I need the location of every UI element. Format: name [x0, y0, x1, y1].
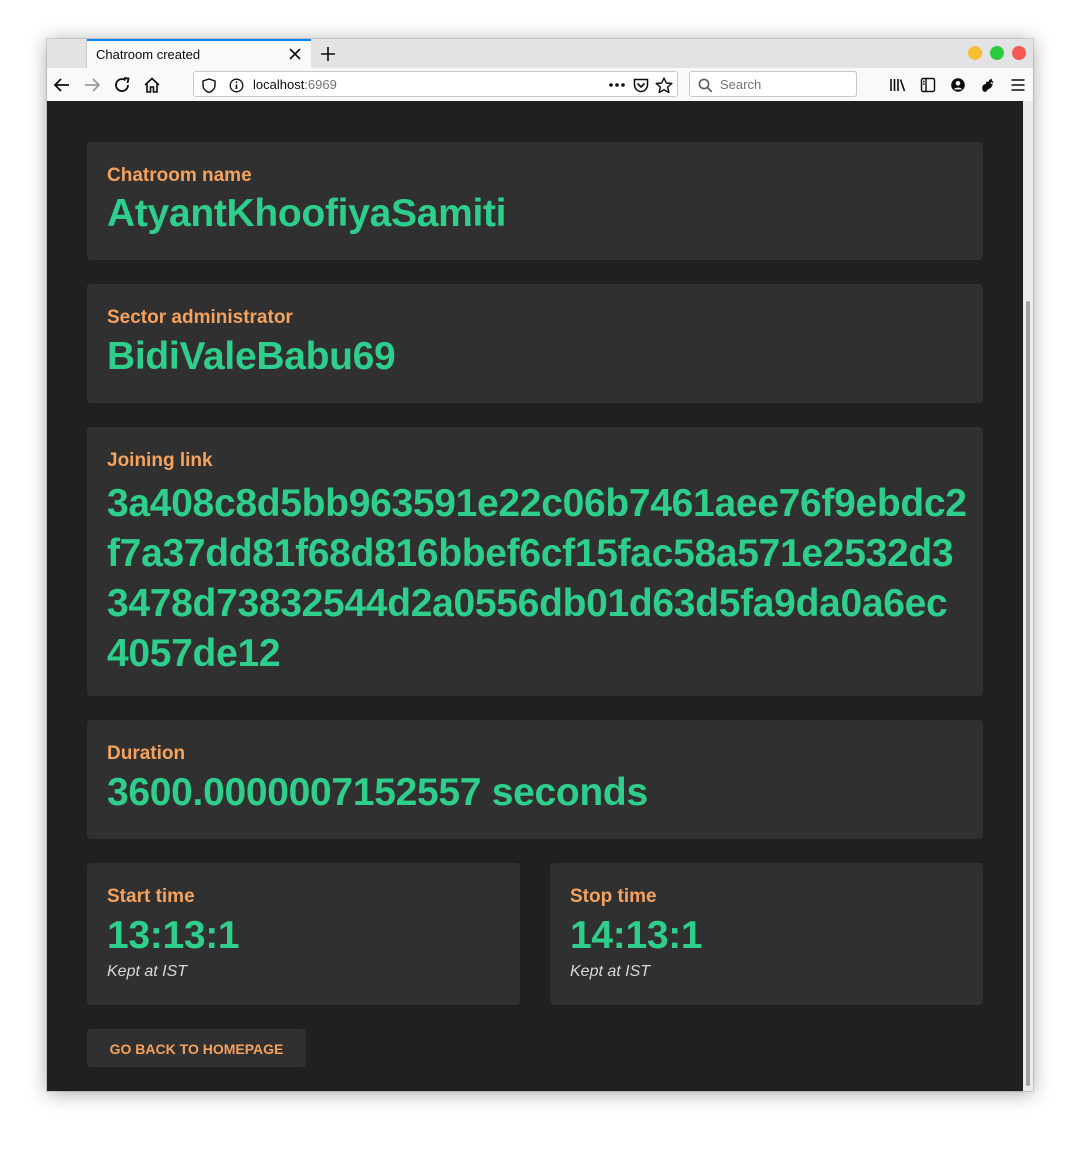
search-bar[interactable]: Search	[689, 71, 857, 97]
start-time-value: 13:13:1	[107, 914, 240, 957]
tracking-protection-shield-icon[interactable]	[200, 76, 218, 94]
new-tab-icon[interactable]	[315, 41, 341, 67]
library-icon[interactable]	[885, 72, 911, 98]
stop-time-zone: Kept at IST	[570, 963, 651, 980]
site-info-icon[interactable]	[227, 76, 245, 94]
tab-strip-spacer	[47, 39, 87, 68]
joining-link-card: Joining link 3a408c8d5bb963591e22c06b746…	[87, 427, 983, 696]
search-icon	[696, 76, 714, 94]
browser-window: Chatroom created localhost:6969 Search C…	[47, 39, 1033, 1091]
administrator-label: Sector administrator	[107, 307, 293, 328]
url-host: localhost	[253, 77, 305, 92]
extension-gnome-icon[interactable]	[975, 72, 1001, 98]
account-icon[interactable]	[945, 72, 971, 98]
go-back-homepage-button[interactable]: GO BACK TO HOMEPAGE	[87, 1029, 306, 1067]
sidebar-icon[interactable]	[915, 72, 941, 98]
search-input[interactable]: Search	[720, 77, 761, 92]
stop-time-card: Stop time 14:13:1 Kept at IST	[550, 863, 983, 1005]
page-actions-more-icon[interactable]	[608, 76, 626, 94]
page-content: Chatroom name AtyantKhoofiyaSamiti Secto…	[47, 101, 1033, 1091]
navigation-toolbar: localhost:6969 Search	[47, 68, 1033, 102]
url-bar[interactable]: localhost:6969	[193, 71, 678, 97]
duration-card: Duration 3600.0000007152557 seconds	[87, 720, 983, 839]
bookmark-star-icon[interactable]	[655, 76, 673, 94]
url-text[interactable]: localhost:6969	[253, 77, 337, 92]
home-icon[interactable]	[139, 72, 165, 98]
duration-value: 3600.0000007152557 seconds	[107, 771, 648, 814]
stop-time-label: Stop time	[570, 886, 657, 907]
duration-label: Duration	[107, 743, 186, 764]
back-arrow-icon[interactable]	[49, 72, 75, 98]
start-time-label: Start time	[107, 886, 195, 907]
joining-link-value: 3a408c8d5bb963591e22c06b7461aee76f9ebdc2…	[107, 482, 967, 675]
close-window-icon[interactable]	[1012, 46, 1026, 60]
chatroom-name-value: AtyantKhoofiyaSamiti	[107, 192, 507, 235]
close-icon[interactable]	[285, 44, 305, 64]
tab-chatroom-created[interactable]: Chatroom created	[87, 39, 311, 68]
administrator-value: BidiValeBabu69	[107, 335, 396, 378]
tab-strip: Chatroom created	[47, 39, 1033, 68]
reload-icon[interactable]	[109, 72, 135, 98]
joining-link-label: Joining link	[107, 450, 213, 471]
chatroom-name-card: Chatroom name AtyantKhoofiyaSamiti	[87, 142, 983, 260]
start-time-zone: Kept at IST	[107, 963, 188, 980]
scrollbar-thumb[interactable]	[1026, 301, 1030, 1086]
tab-title: Chatroom created	[96, 47, 201, 62]
vertical-scrollbar[interactable]	[1023, 101, 1033, 1091]
start-time-card: Start time 13:13:1 Kept at IST	[87, 863, 520, 1005]
minimize-window-icon[interactable]	[968, 46, 982, 60]
chatroom-name-label: Chatroom name	[107, 165, 252, 186]
pocket-icon[interactable]	[632, 76, 650, 94]
url-port: :6969	[304, 77, 337, 92]
stop-time-value: 14:13:1	[570, 914, 703, 957]
menu-hamburger-icon[interactable]	[1005, 72, 1031, 98]
administrator-card: Sector administrator BidiValeBabu69	[87, 284, 983, 403]
forward-arrow-icon[interactable]	[79, 72, 105, 98]
maximize-window-icon[interactable]	[990, 46, 1004, 60]
